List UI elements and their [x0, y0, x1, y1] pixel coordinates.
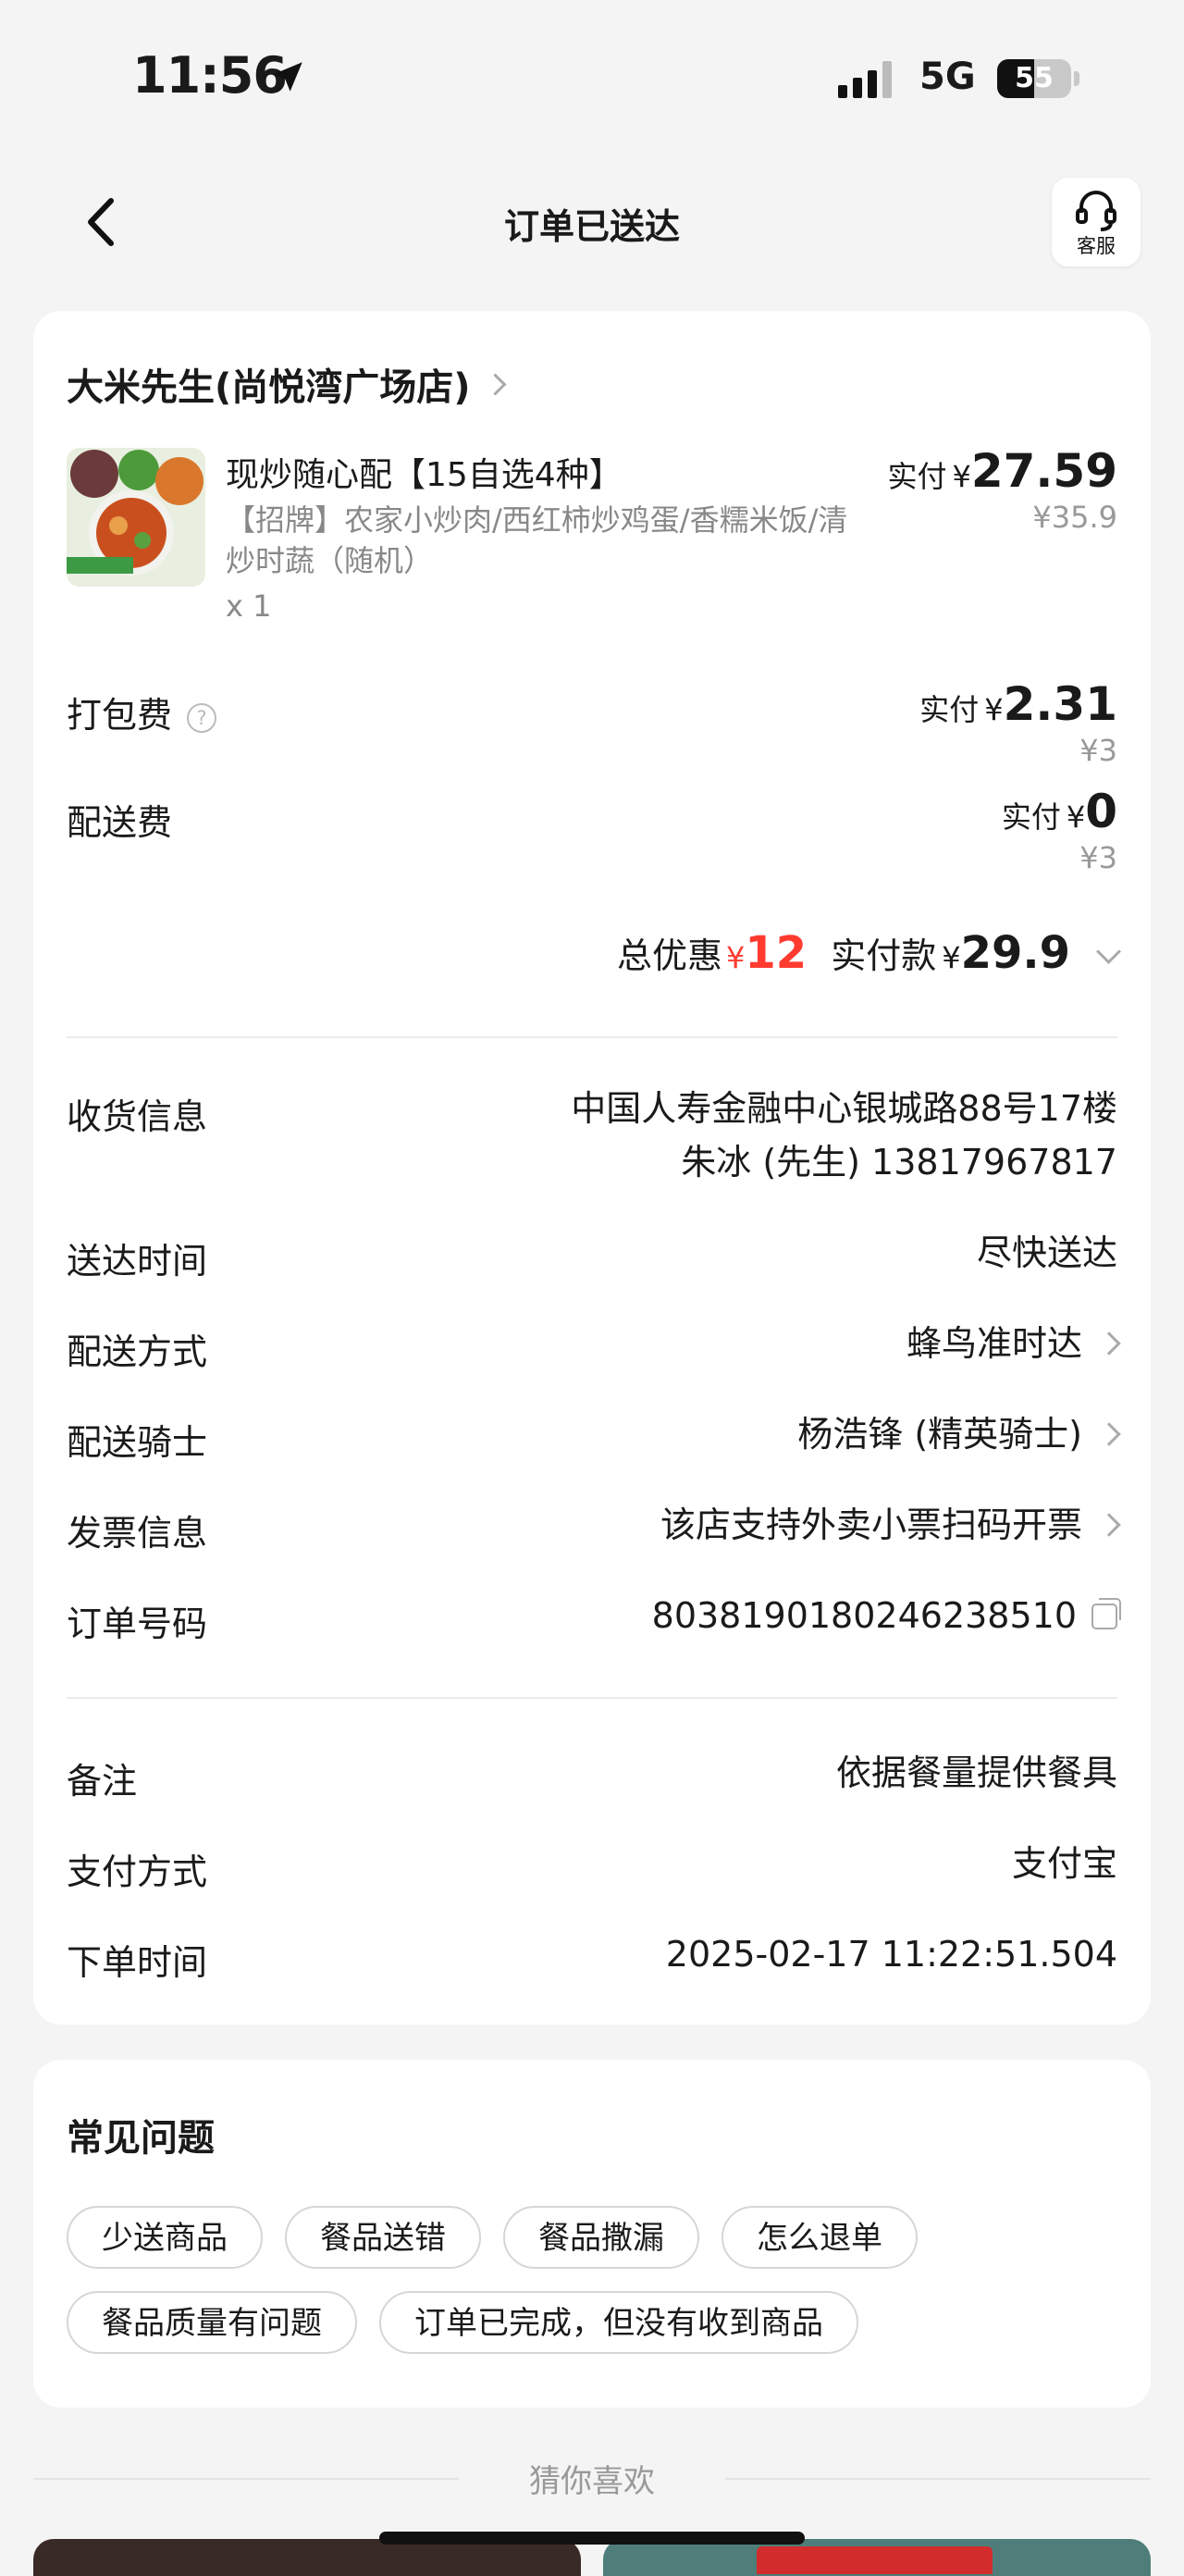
delivery-method-link[interactable]: 蜂鸟准时达 — [906, 1318, 1121, 1369]
battery-level: 55 — [1015, 62, 1054, 94]
rider-label: 配送骑士 — [67, 1422, 208, 1463]
shop-link[interactable]: 大米先生(尚悦湾广场店) — [67, 357, 507, 411]
payment-method-label: 支付方式 — [67, 1852, 208, 1892]
yen-symbol: ¥ — [984, 692, 1004, 727]
delivery-method-value: 蜂鸟准时达 — [906, 1323, 1082, 1364]
faq-chip[interactable]: 订单已完成，但没有收到商品 — [379, 2291, 858, 2354]
delivery-original-price: ¥3 — [1079, 840, 1117, 875]
battery-icon: 55 — [997, 59, 1071, 98]
order-number-row: 8038190180246238510 — [651, 1590, 1121, 1641]
food-image — [67, 448, 205, 587]
order-time-value: 2025-02-17 11:22:51.504 — [665, 1934, 1117, 1975]
item-paid-price: 27.59 — [970, 444, 1117, 498]
yen-symbol: ¥ — [942, 940, 961, 975]
remark-value: 依据餐量提供餐具 — [835, 1752, 1117, 1793]
location-arrow-icon — [273, 62, 302, 92]
faq-chip-list: 少送商品 餐品送错 餐品撒漏 怎么退单 餐品质量有问题 订单已完成，但没有收到商… — [67, 2206, 1121, 2354]
divider — [67, 1697, 1117, 1699]
total-paid-value: 29.9 — [960, 927, 1070, 979]
chevron-right-icon — [1097, 1331, 1121, 1356]
packing-original-price: ¥3 — [1079, 733, 1117, 768]
headset-icon — [1076, 191, 1116, 231]
battery-cap — [1074, 71, 1079, 86]
recommend-header: 猜你喜欢 — [0, 2456, 1184, 2502]
divider — [725, 2478, 1151, 2480]
delivery-time-value: 尽快送达 — [976, 1232, 1117, 1273]
invoice-link[interactable]: 该店支持外卖小票扫码开票 — [660, 1499, 1121, 1551]
paid-label: 实付 — [919, 692, 980, 727]
yen-symbol: ¥ — [952, 459, 971, 494]
chevron-right-icon — [484, 372, 507, 396]
chevron-right-icon — [1097, 1422, 1121, 1446]
address-line: 中国人寿金融中心银城路88号17楼 — [571, 1088, 1117, 1129]
chevron-down-icon — [1096, 939, 1121, 964]
rider-link[interactable]: 杨浩锋 (精英骑士) — [797, 1408, 1121, 1460]
paid-label: 实付 — [887, 459, 947, 494]
delivery-fee-price: 实付 ¥0 ¥3 — [1002, 785, 1117, 875]
address-label: 收货信息 — [67, 1096, 208, 1137]
item-thumbnail[interactable] — [67, 448, 205, 587]
paid-label: 实付 — [1001, 799, 1061, 835]
receiver-line: 朱冰 (先生) 13817967817 — [681, 1142, 1117, 1183]
network-type: 5G — [919, 56, 976, 98]
order-number-value: 8038190180246238510 — [651, 1595, 1077, 1636]
delivery-paid-price: 0 — [1085, 785, 1117, 838]
item-description: 【招牌】农家小炒肉/西红柿炒鸡蛋/香糯米饭/清炒时蔬（随机） — [226, 502, 848, 578]
item-price: 实付 ¥27.59 ¥35.9 — [887, 444, 1117, 535]
total-discount-label: 总优惠 — [617, 935, 723, 976]
shop-name: 大米先生(尚悦湾广场店) — [67, 366, 471, 409]
packing-paid-price: 2.31 — [1003, 677, 1117, 731]
invoice-value: 该店支持外卖小票扫码开票 — [660, 1505, 1082, 1545]
total-discount-value: 12 — [745, 927, 808, 979]
invoice-label: 发票信息 — [67, 1513, 208, 1554]
delivery-method-label: 配送方式 — [67, 1331, 208, 1372]
recommend-card[interactable] — [33, 2539, 581, 2576]
address-value: 中国人寿金融中心银城路88号17楼 朱冰 (先生) 13817967817 — [571, 1083, 1117, 1188]
packing-fee-price: 实付 ¥2.31 ¥3 — [919, 677, 1117, 768]
yen-symbol: ¥ — [726, 940, 746, 975]
home-indicator — [379, 2532, 805, 2545]
delivery-fee-label: 配送费 — [67, 802, 173, 843]
yen-symbol: ¥ — [1066, 799, 1086, 835]
faq-chip[interactable]: 餐品质量有问题 — [67, 2291, 357, 2354]
faq-chip[interactable]: 餐品撒漏 — [503, 2206, 699, 2269]
packing-fee-row: 打包费? — [67, 687, 217, 737]
signal-icon — [838, 61, 892, 98]
item-quantity: x 1 — [226, 588, 272, 624]
divider — [67, 1036, 1117, 1038]
order-time-label: 下单时间 — [67, 1942, 208, 1983]
status-bar: 11:56 5G 55 — [0, 0, 1184, 157]
order-number-label: 订单号码 — [67, 1604, 208, 1644]
page-title: 订单已送达 — [503, 206, 680, 247]
faq-chip[interactable]: 少送商品 — [67, 2206, 263, 2269]
item-name: 现炒随心配【15自选4种】 — [226, 456, 623, 494]
copy-icon[interactable] — [1092, 1598, 1121, 1629]
rider-value: 杨浩锋 (精英骑士) — [797, 1414, 1082, 1455]
status-time: 11:56 — [132, 46, 288, 105]
delivery-time-label: 送达时间 — [67, 1241, 208, 1282]
payment-method-value: 支付宝 — [1011, 1843, 1117, 1884]
faq-chip[interactable]: 怎么退单 — [722, 2206, 918, 2269]
faq-chip[interactable]: 餐品送错 — [285, 2206, 481, 2269]
customer-service-button[interactable]: 客服 — [1052, 178, 1141, 266]
faq-title: 常见问题 — [67, 2117, 215, 2160]
remark-label: 备注 — [67, 1761, 138, 1802]
promo-banner — [757, 2546, 993, 2574]
order-totals[interactable]: 总优惠 ¥ 12 实付款 ¥ 29.9 — [617, 927, 1121, 979]
chevron-right-icon — [1097, 1513, 1121, 1537]
total-paid-label: 实付款 — [831, 935, 937, 976]
order-card: 大米先生(尚悦湾广场店) 现炒随心配【15自选4种】 【招牌】农家小炒肉/西红柿… — [33, 311, 1151, 2025]
question-circle-icon[interactable]: ? — [187, 702, 217, 733]
customer-service-label: 客服 — [1077, 235, 1116, 257]
faq-card: 常见问题 少送商品 餐品送错 餐品撒漏 怎么退单 餐品质量有问题 订单已完成，但… — [33, 2060, 1151, 2408]
item-original-price: ¥35.9 — [1032, 500, 1117, 535]
packing-fee-label: 打包费 — [67, 695, 173, 736]
